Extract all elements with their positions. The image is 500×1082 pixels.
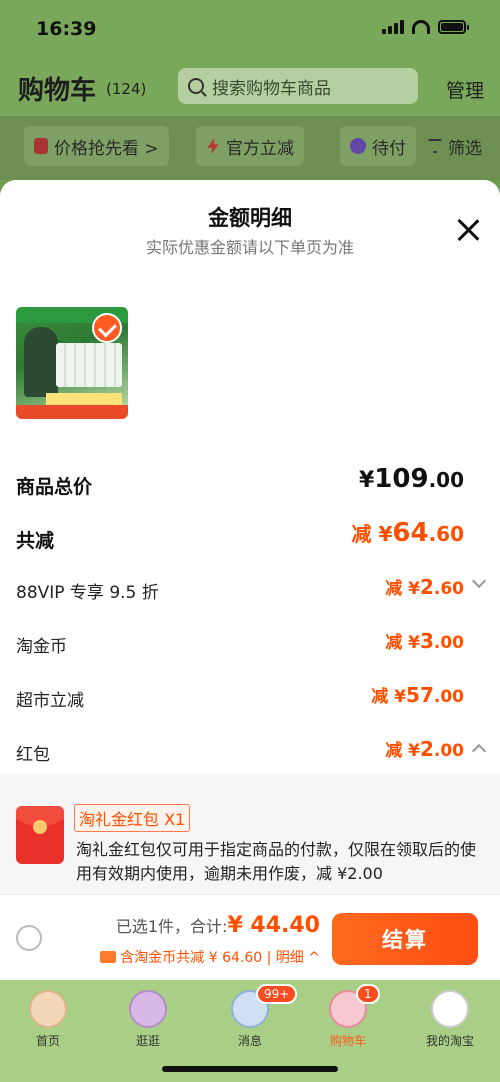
price-watch-chip[interactable]: 价格抢先看 > — [24, 126, 169, 166]
selected-check-icon — [92, 313, 122, 343]
sheet-title: 金额明细 — [208, 206, 292, 230]
funnel-icon — [428, 139, 442, 153]
clock: 16:39 — [36, 18, 97, 40]
official-discount-label: 官方立减 — [226, 138, 294, 159]
search-input[interactable]: 搜索购物车商品 — [178, 68, 418, 104]
vip-discount-label: 88VIP 专享 9.5 折 — [16, 583, 159, 603]
tab-cart[interactable]: 1 购物车 — [308, 984, 388, 1049]
total-price-value: ¥109.00 — [358, 464, 464, 494]
clock-icon — [350, 138, 366, 154]
total-label: 合计: — [190, 917, 228, 936]
discount-summary: 含淘金币共减 ¥ 64.60 — [120, 950, 263, 966]
red-packet-icon — [16, 806, 64, 864]
filter-label: 筛选 — [448, 138, 482, 159]
cart-count: (124) — [106, 80, 147, 98]
filter-bar: 价格抢先看 > 官方立减 待付 筛选 — [0, 116, 500, 180]
redpacket-description: 淘礼金红包仅可用于指定商品的付款，仅限在领取后的使用有效期内使用，逾期未用作废，… — [76, 840, 477, 883]
coin-discount-value: 减 ¥3.00 — [385, 629, 464, 653]
browse-icon — [129, 990, 167, 1028]
market-discount-row: 超市立减 减 ¥57.00 — [16, 678, 484, 718]
price-tag-icon — [34, 138, 48, 154]
redpacket-discount-label: 红包 — [16, 745, 50, 765]
tab-mine-label: 我的淘宝 — [425, 1034, 474, 1048]
coin-discount-label: 淘金币 — [16, 637, 67, 657]
home-icon — [29, 990, 67, 1028]
total-price-row: 商品总价 ¥109.00 — [16, 464, 484, 504]
amount-detail-sheet: 金额明细 实际优惠金额请以下单页为准 商品总价 ¥109.00 共减 减 ¥64… — [0, 180, 500, 980]
redpacket-tag: 淘礼金红包 X1 — [74, 804, 191, 832]
tab-cart-label: 购物车 — [329, 1034, 366, 1048]
tab-messages-label: 消息 — [237, 1034, 262, 1048]
select-all-checkbox[interactable] — [16, 925, 42, 951]
chevron-down-icon[interactable] — [471, 573, 487, 589]
home-indicator — [162, 1066, 338, 1072]
chevron-up-icon[interactable] — [471, 743, 487, 759]
total-amount: ¥ 44.40 — [227, 913, 320, 938]
coin-discount-row: 淘金币 减 ¥3.00 — [16, 624, 484, 664]
filter-button[interactable]: 筛选 — [418, 126, 492, 166]
status-bar: 16:39 — [0, 0, 500, 60]
signal-icon — [382, 20, 404, 34]
tab-messages[interactable]: 99+ 消息 — [210, 984, 298, 1049]
detail-toggle[interactable]: | 明细 ^ — [267, 950, 320, 966]
search-icon — [188, 78, 204, 94]
cart-header: 购物车 (124) 搜索购物车商品 管理 — [0, 60, 500, 116]
selected-count: 已选1件， — [115, 917, 191, 936]
pending-chip[interactable]: 待付 — [340, 126, 416, 166]
price-watch-label: 价格抢先看 > — [54, 138, 159, 159]
redpacket-detail-panel: 淘礼金红包 X1 淘礼金红包仅可用于指定商品的付款，仅限在领取后的使用有效期内使… — [0, 774, 500, 894]
messages-badge: 99+ — [256, 984, 298, 1004]
checkout-bar: 已选1件，合计:¥ 44.40 含淘金币共减 ¥ 64.60 | 明细 ^ 结算 — [0, 894, 500, 980]
vip-discount-value: 减 ¥2.60 — [385, 575, 464, 599]
sum-line: 已选1件，合计:¥ 44.40 — [116, 913, 320, 938]
mine-icon — [431, 990, 469, 1028]
search-placeholder: 搜索购物车商品 — [212, 78, 331, 99]
total-saved-value: 减 ¥64.60 — [351, 518, 464, 548]
wifi-icon — [412, 20, 430, 34]
pending-label: 待付 — [372, 138, 406, 159]
total-saved-row: 共减 减 ¥64.60 — [16, 518, 484, 558]
checkout-button[interactable]: 结算 — [332, 913, 478, 965]
sheet-subtitle: 实际优惠金额请以下单页为准 — [145, 238, 354, 257]
bolt-icon — [207, 138, 219, 154]
tab-browse-label: 逛逛 — [135, 1034, 160, 1048]
market-discount-label: 超市立减 — [16, 691, 84, 711]
coupon-icon — [100, 951, 117, 963]
market-discount-value: 减 ¥57.00 — [371, 683, 464, 707]
page-title: 购物车 — [18, 76, 97, 106]
redpacket-discount-row[interactable]: 红包 减 ¥2.00 — [16, 732, 487, 772]
redpacket-discount-value: 减 ¥2.00 — [385, 737, 464, 761]
tab-browse[interactable]: 逛逛 — [108, 990, 188, 1049]
total-price-label: 商品总价 — [16, 476, 93, 498]
tab-mine[interactable]: 我的淘宝 — [410, 990, 490, 1049]
official-discount-chip[interactable]: 官方立减 — [196, 126, 304, 166]
manage-button[interactable]: 管理 — [446, 76, 484, 103]
vip-discount-row[interactable]: 88VIP 专享 9.5 折 减 ¥2.60 — [16, 570, 487, 610]
tab-home[interactable]: 首页 — [8, 990, 88, 1049]
status-icons — [382, 20, 469, 34]
battery-icon — [438, 20, 469, 34]
cart-badge: 1 — [356, 984, 380, 1004]
tab-home-label: 首页 — [35, 1034, 60, 1048]
discount-line[interactable]: 含淘金币共减 ¥ 64.60 | 明细 ^ — [100, 947, 320, 967]
close-icon[interactable] — [456, 218, 480, 242]
total-saved-label: 共减 — [16, 530, 55, 552]
